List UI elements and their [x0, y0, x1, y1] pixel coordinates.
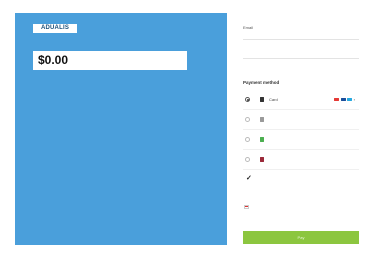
checkmark-icon[interactable]: ✓	[246, 175, 252, 182]
radio-button[interactable]	[245, 117, 250, 122]
radio-button[interactable]	[245, 97, 250, 102]
email-label: Email	[243, 25, 254, 30]
name-underline	[243, 58, 359, 59]
card-brand-icon	[334, 97, 340, 102]
payment-method-option[interactable]	[243, 150, 359, 170]
radio-button[interactable]	[245, 157, 250, 162]
payment-method-icon	[260, 117, 264, 122]
payment-method-option[interactable]	[243, 130, 359, 150]
email-underline	[243, 39, 359, 40]
card-brand-icon	[340, 97, 346, 102]
card-icon	[260, 97, 264, 102]
brand-logo: ADUALIS	[33, 24, 77, 33]
radio-button[interactable]	[245, 137, 250, 142]
payment-method-list: Card ›	[243, 90, 359, 170]
flag-icon	[244, 205, 249, 209]
payment-method-label: Card	[269, 97, 278, 102]
order-summary-panel	[15, 13, 227, 245]
card-logos: ›	[334, 97, 355, 102]
payment-method-title: Payment method	[243, 80, 280, 85]
card-brand-icon	[347, 97, 353, 102]
amount-input[interactable]: $0.00	[33, 51, 187, 70]
pay-button[interactable]: Pay	[243, 231, 359, 244]
payment-method-icon	[260, 137, 264, 142]
payment-method-option[interactable]	[243, 110, 359, 130]
payment-method-icon	[260, 157, 264, 162]
payment-method-card[interactable]: Card ›	[243, 90, 359, 110]
chevron-right-icon: ›	[353, 96, 355, 102]
